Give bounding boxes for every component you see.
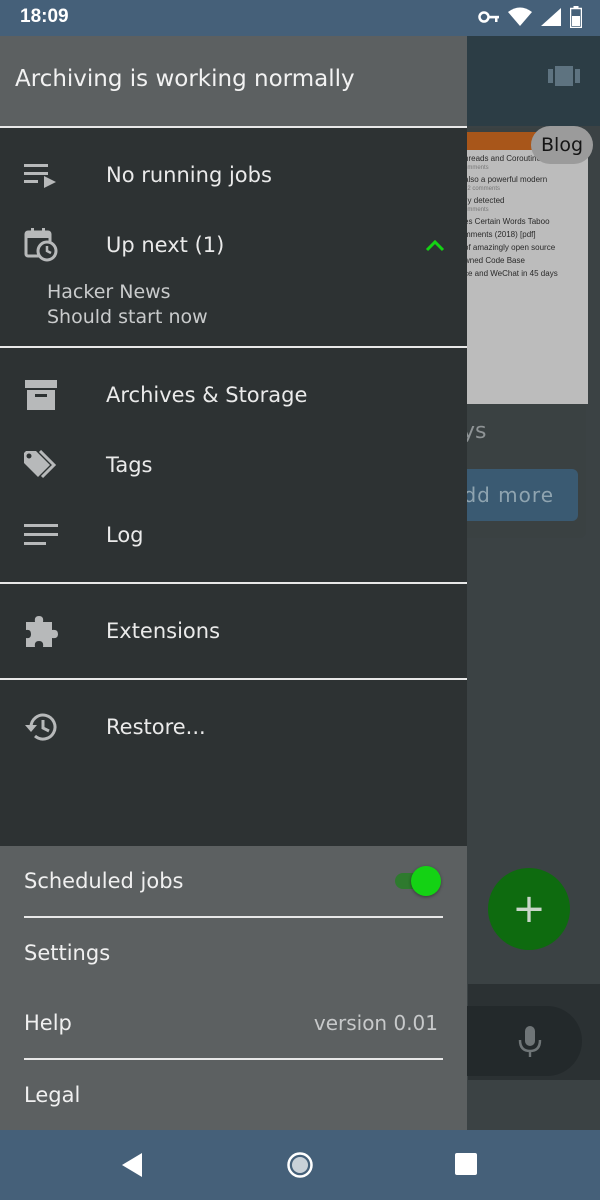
navigation-drawer: Archiving is working normally No running… xyxy=(0,36,467,1130)
version-label: version 0.01 xyxy=(313,1011,438,1035)
book-view-icon[interactable] xyxy=(548,66,580,86)
up-next-entry-subtitle: Should start now xyxy=(47,306,208,328)
recents-icon[interactable] xyxy=(455,1153,477,1175)
drawer-item-archives-storage[interactable]: Archives & Storage xyxy=(0,360,467,430)
settings-label: Settings xyxy=(24,941,111,965)
drawer-item-extensions[interactable]: Extensions xyxy=(0,596,467,666)
calendar-clock-icon xyxy=(22,226,60,264)
up-next-entry-title: Hacker News xyxy=(47,281,171,303)
wifi-icon xyxy=(508,7,532,26)
drawer-item-tags[interactable]: Tags xyxy=(0,430,467,500)
mic-icon[interactable] xyxy=(518,1026,542,1058)
help-label: Help xyxy=(24,1011,72,1035)
legal-row[interactable]: Legal xyxy=(24,1060,443,1130)
drawer-item-label: Extensions xyxy=(106,619,221,643)
archiving-status-title: Archiving is working normally xyxy=(15,66,355,92)
scheduled-jobs-label: Scheduled jobs xyxy=(24,869,184,893)
drawer-footer-panel: Scheduled jobs Settings Help version 0.0… xyxy=(0,846,467,1130)
playlist-play-icon xyxy=(22,156,60,194)
archive-icon xyxy=(22,376,60,414)
website-preview-thumbnail: hreads and Coroutines omments also a pow… xyxy=(450,132,588,404)
add-more-button[interactable]: dd more xyxy=(450,469,578,521)
drawer-item-up-next[interactable]: Up next (1) xyxy=(0,210,467,280)
help-row[interactable]: Help version 0.01 xyxy=(24,988,443,1058)
drawer-item-restore[interactable]: Restore... xyxy=(0,692,467,762)
add-fab-button[interactable]: + xyxy=(488,868,570,950)
log-lines-icon xyxy=(22,516,60,554)
drawer-item-label: Archives & Storage xyxy=(106,383,308,407)
drawer-item-label: Up next (1) xyxy=(106,233,225,257)
up-next-entry[interactable]: Hacker News Should start now xyxy=(0,280,467,330)
scheduled-jobs-toggle[interactable] xyxy=(393,866,443,896)
chevron-up-icon[interactable] xyxy=(425,238,445,252)
drawer-item-label: Restore... xyxy=(106,715,206,739)
drawer-item-label: Tags xyxy=(106,453,153,477)
settings-row[interactable]: Settings xyxy=(24,918,443,988)
system-navigation-bar xyxy=(0,1130,600,1200)
legal-label: Legal xyxy=(24,1083,81,1107)
restore-icon xyxy=(22,708,60,746)
drawer-item-running-jobs[interactable]: No running jobs xyxy=(0,140,467,210)
signal-icon xyxy=(541,8,561,26)
scheduled-jobs-row[interactable]: Scheduled jobs xyxy=(24,846,443,916)
drawer-header: Archiving is working normally xyxy=(0,36,467,126)
battery-icon xyxy=(570,6,582,28)
drawer-item-label: No running jobs xyxy=(106,163,272,187)
drawer-item-log[interactable]: Log xyxy=(0,500,467,570)
tags-icon xyxy=(22,446,60,484)
back-icon[interactable] xyxy=(120,1152,144,1178)
home-icon[interactable] xyxy=(286,1151,314,1179)
puzzle-icon xyxy=(22,612,60,650)
status-bar: 18:09 xyxy=(0,0,600,36)
status-icons xyxy=(478,6,582,28)
drawer-item-label: Log xyxy=(106,523,144,547)
status-time: 18:09 xyxy=(20,6,69,27)
blog-tag-chip[interactable]: Blog xyxy=(531,126,593,164)
vpn-key-icon xyxy=(478,11,499,23)
